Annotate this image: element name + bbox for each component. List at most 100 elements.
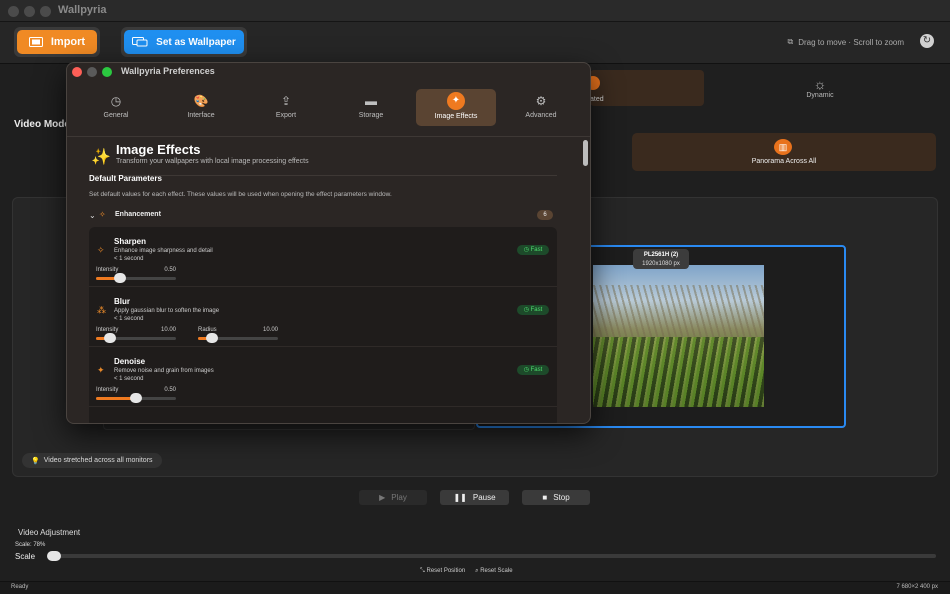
play-label: Play xyxy=(391,493,407,502)
effect-sharpen: ✧ Sharpen Enhance image sharpness and de… xyxy=(89,227,557,287)
scale-label: Scale xyxy=(15,552,36,561)
reset-scale-button[interactable]: ⌕ Reset Scale xyxy=(475,568,512,575)
scale-slider-track[interactable] xyxy=(48,554,936,558)
reset-row: ⤡ Reset Position ⌕ Reset Scale xyxy=(420,568,513,575)
clock-dial-icon: ◷ xyxy=(110,94,122,108)
tab-image-effects[interactable]: ✦ Image Effects xyxy=(416,89,496,126)
magnifier-icon: ⌕ xyxy=(475,568,479,574)
share-icon: ⇪ xyxy=(280,94,292,108)
denoise-sparkle-icon: ✦ xyxy=(97,365,105,375)
refresh-icon[interactable]: ↻ xyxy=(920,34,934,48)
tab-advanced-label: Advanced xyxy=(525,112,557,119)
tab-advanced[interactable]: ⚙ Advanced xyxy=(501,89,581,126)
effect-name: Denoise xyxy=(114,357,146,366)
effect-time: < 1 second xyxy=(114,256,144,262)
monitor-badge: PL2561H (2) 1920x1080 px xyxy=(633,249,689,269)
fast-badge-label: Fast xyxy=(530,307,543,313)
title-bar: Wallpyria xyxy=(0,0,950,22)
effects-list: ✧ Sharpen Enhance image sharpness and de… xyxy=(89,227,557,423)
section-count-badge: 6 xyxy=(537,210,553,220)
effect-denoise: ✦ Denoise Remove noise and grain from im… xyxy=(89,347,557,407)
monitor-name: PL2561H (2) xyxy=(643,252,679,258)
play-icon: ▶ xyxy=(379,493,386,502)
display-icon xyxy=(132,36,148,46)
stop-icon: ■ xyxy=(542,493,548,502)
param-value: 10.00 xyxy=(262,327,278,333)
fast-badge: ◷ Fast xyxy=(517,245,549,255)
preferences-window: Wallpyria Preferences ◷ General 🎨 Interf… xyxy=(66,62,591,424)
panorama-label: Panorama Across All xyxy=(751,158,817,165)
preferences-title: Wallpyria Preferences xyxy=(121,66,215,76)
status-bar: Ready 7 680×2 400 px xyxy=(0,581,950,594)
prefs-scroll-thumb[interactable] xyxy=(583,140,588,166)
zoom-window-button[interactable] xyxy=(40,6,51,17)
drag-hint-icon: ⧉ xyxy=(787,37,794,46)
app-title: Wallpyria xyxy=(58,4,107,16)
video-mode-label: Video Mode xyxy=(14,119,70,130)
close-window-button[interactable] xyxy=(8,6,19,17)
section-name: Enhancement xyxy=(115,211,161,218)
slider-thumb[interactable] xyxy=(104,333,116,343)
play-button[interactable]: ▶ Play xyxy=(359,490,427,505)
param-value: 10.00 xyxy=(160,327,176,333)
pause-label: Pause xyxy=(472,493,496,502)
image-effects-subtitle: Transform your wallpapers with local ima… xyxy=(116,158,309,165)
import-button[interactable]: Import xyxy=(17,30,97,54)
tab-export-label: Export xyxy=(275,112,297,119)
stop-button[interactable]: ■ Stop xyxy=(522,490,590,505)
mode-dynamic[interactable]: ☼ Dynamic xyxy=(765,76,875,99)
tab-interface[interactable]: 🎨 Interface xyxy=(161,89,241,126)
tab-storage[interactable]: ▬ Storage xyxy=(331,89,411,126)
magic-wand-icon: ✦ xyxy=(447,92,465,110)
param-value: 0.50 xyxy=(164,267,176,273)
reset-position-button[interactable]: ⤡ Reset Position xyxy=(420,568,465,575)
effect-description: Remove noise and grain from images xyxy=(114,368,214,374)
param-intensity: Intensity 10.00 xyxy=(96,327,176,345)
fast-badge: ◷ Fast xyxy=(517,305,549,315)
prefs-scrollbar[interactable] xyxy=(582,139,588,422)
slider-thumb[interactable] xyxy=(130,393,142,403)
scale-slider-thumb[interactable] xyxy=(47,551,61,561)
prefs-close-button[interactable] xyxy=(72,67,82,77)
drag-hint-text: Drag to move · Scroll to zoom xyxy=(798,37,904,47)
preview-grass xyxy=(593,337,764,407)
effect-blur: ⁂ Blur Apply gaussian blur to soften the… xyxy=(89,287,557,347)
fast-badge-label: Fast xyxy=(530,247,543,253)
tab-general[interactable]: ◷ General xyxy=(76,89,156,126)
import-label: Import xyxy=(50,36,86,48)
import-button-wrap: Import xyxy=(14,27,100,57)
slider-thumb[interactable] xyxy=(206,333,218,343)
mode-animated[interactable]: ated xyxy=(586,70,704,106)
tab-general-label: General xyxy=(103,112,129,119)
stretch-note: 💡 Video stretched across all monitors xyxy=(22,453,162,468)
prefs-zoom-button[interactable] xyxy=(102,67,112,77)
panorama-across-all-button[interactable]: ▥ Panorama Across All xyxy=(632,133,936,171)
gears-icon: ⚙ xyxy=(535,94,547,108)
stretch-note-text: Video stretched across all monitors xyxy=(43,457,153,464)
mode-dynamic-label: Dynamic xyxy=(806,92,834,99)
prefs-minimize-button[interactable] xyxy=(87,67,97,77)
enhancement-wand-icon: ✧ xyxy=(99,210,106,219)
set-wallpaper-button[interactable]: Set as Wallpaper xyxy=(124,30,244,54)
preferences-tabs: ◷ General 🎨 Interface ⇪ Export ▬ Storage… xyxy=(67,89,590,127)
effect-time: < 1 second xyxy=(114,316,144,322)
tab-export[interactable]: ⇪ Export xyxy=(246,89,326,126)
film-icon xyxy=(28,37,43,47)
param-intensity: Intensity 0.50 xyxy=(96,387,176,405)
panorama-icon: ▥ xyxy=(774,139,792,155)
canvas-size: 7 680×2 400 px xyxy=(896,584,938,590)
drag-hint: ⧉ Drag to move · Scroll to zoom xyxy=(787,37,904,47)
default-parameters-subtitle: Set default values for each effect. Thes… xyxy=(89,191,392,198)
minimize-window-button[interactable] xyxy=(24,6,35,17)
move-arrows-icon: ⤡ xyxy=(420,568,425,574)
tab-storage-label: Storage xyxy=(358,112,384,119)
pause-button[interactable]: ❚❚ Pause xyxy=(440,490,509,505)
reset-scale-label: Reset Scale xyxy=(480,568,513,574)
fast-badge-label: Fast xyxy=(530,367,543,373)
slider-thumb[interactable] xyxy=(114,273,126,283)
enhancement-section-header[interactable]: ⌄ ✧ Enhancement 6 xyxy=(89,209,553,223)
status-text: Ready xyxy=(11,584,29,590)
sharpen-icon: ✧ xyxy=(97,245,105,255)
image-effects-title: Image Effects xyxy=(116,142,201,157)
video-preview-image xyxy=(593,265,764,407)
